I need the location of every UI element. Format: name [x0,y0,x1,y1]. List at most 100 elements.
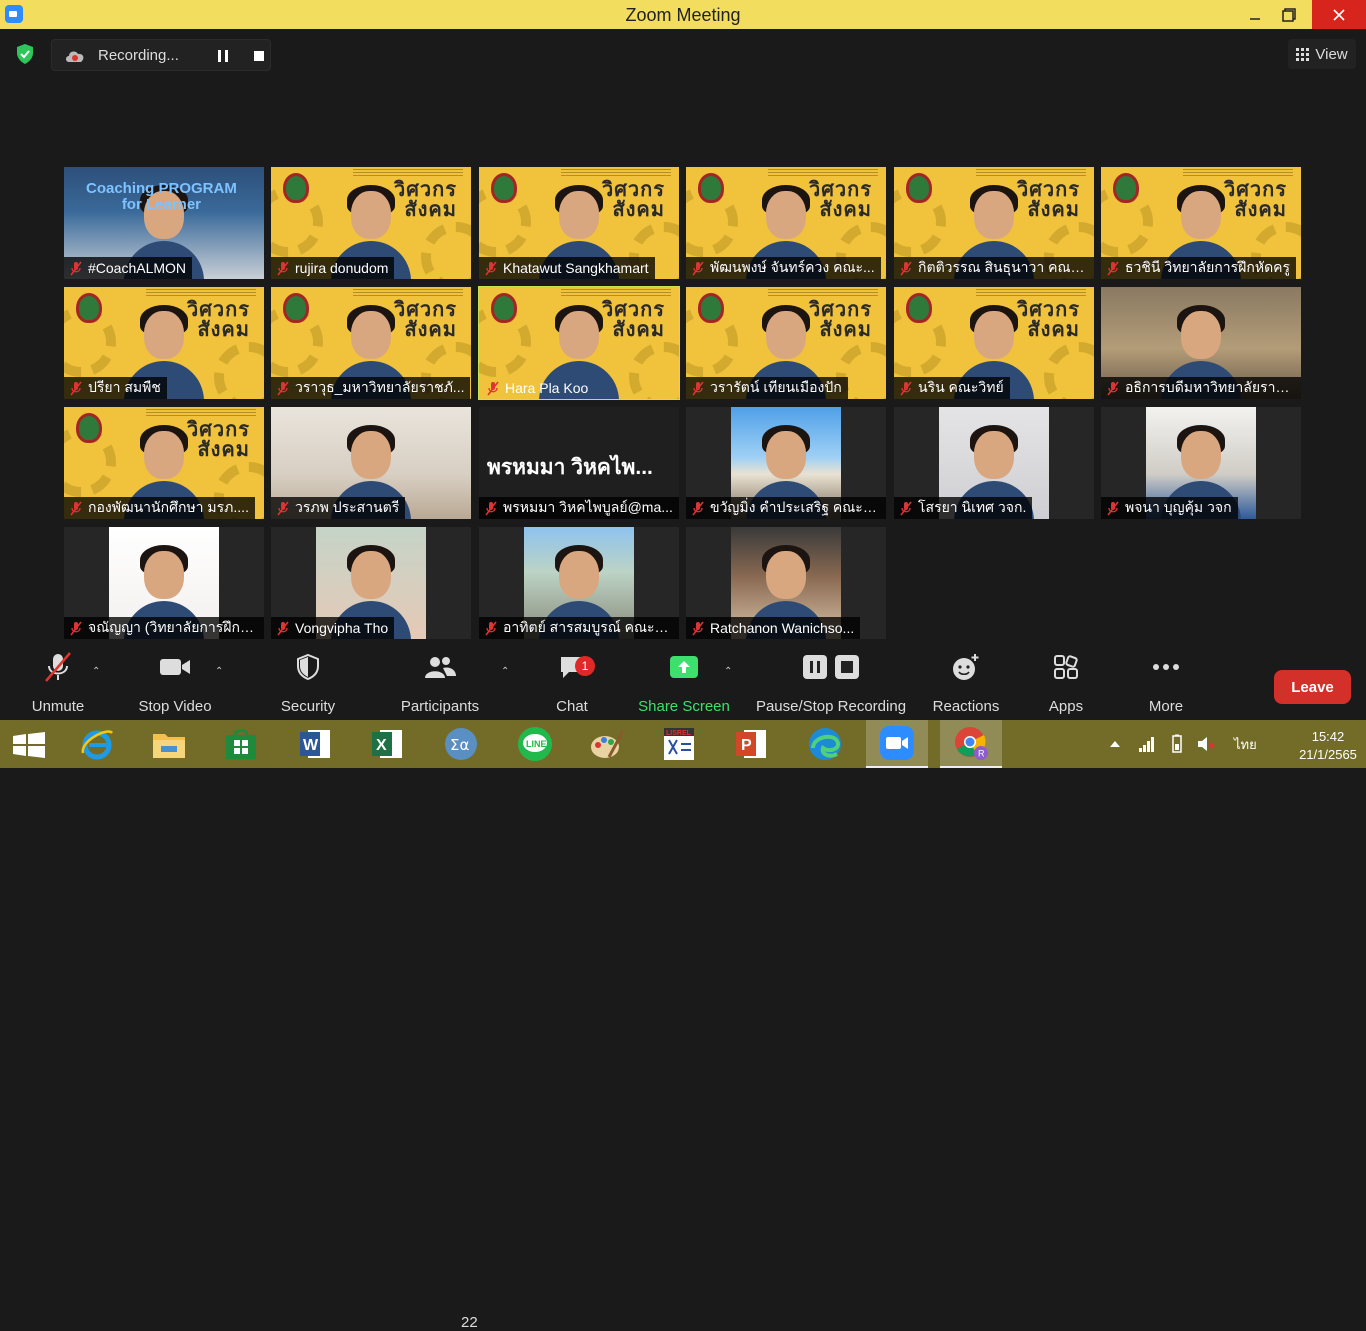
participant-name: โสรยา นิเทศ วจก. [918,499,1027,515]
apps-button[interactable]: Apps [1040,648,1092,720]
participant-tile[interactable]: Coaching PROGRAM for Learner #CoachALMON [64,167,264,279]
show-hidden-icons-icon[interactable] [1108,737,1122,751]
paint-icon [591,730,625,758]
participant-name: วรารัตน์ เทียนเมืองปัก [710,379,842,395]
participant-name-bar: โสรยา นิเทศ วจก. [894,497,1033,519]
share-screen-button[interactable]: Share Screen [636,648,732,720]
participant-name-bar: #CoachALMON [64,257,193,279]
encryption-shield-icon[interactable] [15,43,35,65]
participant-tile[interactable]: อธิการบดีมหาวิทยาลัยราช... [1101,287,1301,399]
pause-stop-recording-button[interactable]: Pause/Stop Recording [755,648,907,720]
taskbar-paint[interactable] [576,720,638,768]
video-options-chevron-icon[interactable]: ⌃ [215,666,225,677]
participant-tile[interactable]: วิศวกร สังคม rujira donudom [271,167,471,279]
taskbar-chrome[interactable]: R [940,720,1002,768]
participant-name-bar: วรารัตน์ เทียนเมืองปัก [686,377,848,399]
gallery-grid-icon [1296,47,1310,61]
participant-tile[interactable]: วิศวกร สังคม Khatawut Sangkhamart [479,167,679,279]
participant-tile[interactable]: วิศวกร สังคม วรารัตน์ เทียนเมืองปัก [686,287,886,399]
participant-name-bar: พัฒนพงษ์ จันทร์ควง คณะ... [686,257,881,279]
participant-tile[interactable]: วิศวกร สังคม ธวชินี วิทยาลัยการฝึกหัดครู [1101,167,1301,279]
participants-options-chevron-icon[interactable]: ⌃ [501,666,511,677]
svg-text:R: R [978,749,985,759]
reactions-button[interactable]: Reactions [930,648,1002,720]
mic-muted-icon [1107,261,1119,275]
participant-tile[interactable]: วิศวกร สังคม กิตติวรรณ สินธุนาวา คณะ... [894,167,1094,279]
participants-label: Participants [400,698,480,715]
participant-name: พรหมมา วิหคไพบูลย์@ma... [503,499,673,515]
participant-display-name-large: พรหมมา วิหคไพ... [487,456,653,479]
close-button[interactable] [1312,0,1366,29]
taskbar-line[interactable]: LINE [504,720,566,768]
taskbar-lisrel[interactable]: LISREL [648,720,710,768]
input-language[interactable]: ไทย [1234,734,1257,755]
participant-tile[interactable]: พจนา บุญคุ้ม วจก [1101,407,1301,519]
participant-name: อาทิตย์ สารสมบูรณ์ คณะวิ... [503,619,673,635]
battery-icon[interactable] [1168,734,1186,754]
view-button[interactable]: View [1288,39,1356,69]
background-fine-print [1183,169,1293,177]
svg-text:W: W [303,737,319,754]
participant-tile[interactable]: วิศวกร สังคม นริน คณะวิทย์ [894,287,1094,399]
taskbar-zoom[interactable] [866,720,928,768]
file-explorer-icon [153,734,185,758]
stop-recording-icon[interactable] [251,48,267,64]
more-button[interactable]: More [1140,648,1192,720]
unmute-button[interactable]: Unmute [22,648,94,720]
participant-name: นริน คณะวิทย์ [918,379,1004,395]
participant-tile[interactable]: โสรยา นิเทศ วจก. [894,407,1094,519]
mic-muted-icon [692,501,704,515]
network-signal-icon[interactable] [1138,735,1156,753]
taskbar-math-input[interactable]: Σα [430,720,492,768]
background-fine-print [353,289,463,297]
system-tray: ไทย [1108,720,1257,768]
participant-tile[interactable]: วิศวกร สังคม ปรียา สมพืช [64,287,264,399]
chat-button[interactable]: Chat [540,648,604,720]
speaker-muted-icon[interactable] [1196,735,1216,753]
mic-muted-icon [692,261,704,275]
pause-recording-icon[interactable] [215,48,231,64]
participant-tile[interactable]: ขวัญมิ่ง คำประเสริฐ คณะวิ... [686,407,886,519]
participant-tile[interactable]: วรภพ ประสานตรี [271,407,471,519]
participant-tile[interactable]: วิศวกร สังคม พัฒนพงษ์ จันทร์ควง คณะ... [686,167,886,279]
taskbar-clock[interactable]: 15:42 21/1/2565 [1296,728,1360,764]
taskbar-edge[interactable] [794,720,856,768]
svg-text:LINE: LINE [526,739,547,749]
participant-tile[interactable]: วิศวกร สังคม Hara Pla Koo [478,286,680,400]
audio-options-chevron-icon[interactable]: ⌃ [92,666,102,677]
participant-tile[interactable]: พรหมมา วิหคไพ... พรหมมา วิหคไพบูลย์@ma... [479,407,679,519]
taskbar-file-explorer[interactable] [138,720,200,768]
participant-tile[interactable]: อาทิตย์ สารสมบูรณ์ คณะวิ... [479,527,679,639]
mic-muted-icon [692,621,704,635]
participant-name-bar: อธิการบดีมหาวิทยาลัยราช... [1101,377,1301,399]
security-label: Security [280,698,336,715]
background-fine-print [561,289,671,297]
participant-name-bar: พจนา บุญคุ้ม วจก [1101,497,1238,519]
security-button[interactable]: Security [272,648,344,720]
share-options-chevron-icon[interactable]: ⌃ [724,666,734,677]
participant-tile[interactable]: วิศวกร สังคม กองพัฒนานักศึกษา มรภ.... [64,407,264,519]
participant-name: ปรียา สมพืช [88,379,161,395]
participant-tile[interactable]: Ratchanon Wanichso... [686,527,886,639]
background-fine-print [353,169,463,177]
leave-button[interactable]: Leave [1274,670,1351,704]
taskbar-store[interactable] [210,720,272,768]
participants-button[interactable]: Participants [398,648,482,720]
background-fine-print [976,169,1086,177]
mic-muted-icon [900,501,912,515]
internet-explorer-icon [81,730,114,760]
taskbar-word[interactable]: W [284,720,346,768]
taskbar-excel[interactable]: X [356,720,418,768]
participant-tile[interactable]: จณัญญา (วิทยาลัยการฝึกหั... [64,527,264,639]
participant-name-bar: Ratchanon Wanichso... [686,617,861,639]
maximize-button[interactable] [1266,0,1312,29]
taskbar-ie[interactable] [66,720,128,768]
more-label: More [1148,698,1184,715]
participant-tile[interactable]: Vongvipha Tho [271,527,471,639]
svg-text:P: P [741,737,752,754]
stop-video-button[interactable]: Stop Video [132,648,218,720]
windows-start-icon[interactable] [12,732,46,758]
taskbar-powerpoint[interactable]: P [720,720,782,768]
meeting-controls-toolbar: Unmute ⌃ Stop Video ⌃ Security Participa… [0,648,1366,1331]
participant-tile[interactable]: วิศวกร สังคม วราวุธ_มหาวิทยาลัยราชภั... [271,287,471,399]
